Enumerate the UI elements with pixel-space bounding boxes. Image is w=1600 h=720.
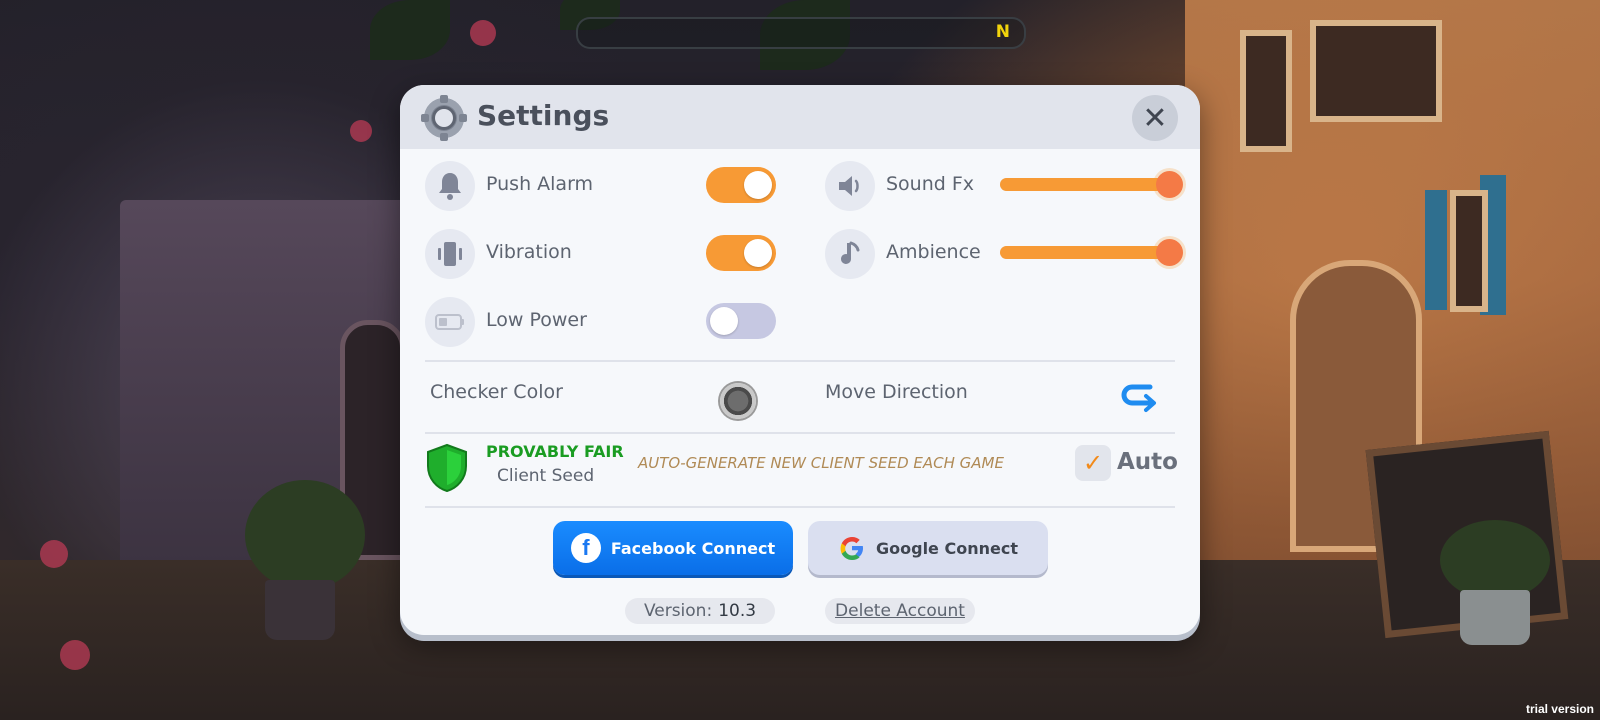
sound-fx-label: Sound Fx [886,173,975,195]
vibration-label: Vibration [486,241,572,263]
background-flower [470,20,496,46]
top-bar-letter: N [995,22,1010,42]
auto-generate-seed-text: AUTO-GENERATE NEW CLIENT SEED EACH GAME [638,454,1004,472]
push-alarm-label: Push Alarm [486,173,594,195]
background-balcony [1310,20,1442,122]
divider [425,432,1175,434]
background-flower [60,640,90,670]
phone-vibrate-icon [425,229,475,279]
top-progress-bar: N [576,17,1026,49]
dialog-header: Settings ✕ [400,85,1200,149]
auto-checkbox[interactable]: ✓ [1075,445,1111,481]
low-power-label: Low Power [486,309,587,331]
background-bush [1440,520,1550,600]
low-power-toggle[interactable] [706,303,776,339]
client-seed-label: Client Seed [497,466,595,486]
facebook-icon: f [570,533,601,563]
divider [425,506,1175,508]
music-note-icon [825,229,875,279]
background-flower [350,120,372,142]
facebook-connect-label: Facebook Connect [610,538,776,558]
checker-color-label: Checker Color [430,381,563,403]
settings-dialog: Settings ✕ Push Alarm Vibration Low Powe… [400,85,1200,635]
close-icon: ✕ [1142,100,1168,136]
speaker-icon [825,161,875,211]
provably-fair-title: PROVABLY FAIR [486,442,624,461]
push-alarm-toggle[interactable] [706,167,776,203]
checker-color-button[interactable] [720,383,756,419]
ambience-slider-thumb[interactable] [1156,239,1183,266]
ambience-slider-fill [1000,246,1176,259]
checkmark-icon: ✓ [1082,449,1104,477]
battery-icon [425,297,475,347]
auto-label: Auto [1117,449,1178,475]
trial-version-watermark: trial version [1525,702,1594,716]
background-window [1240,30,1292,152]
dialog-title: Settings [477,99,610,132]
version-label: Version: [643,601,713,621]
google-connect-label: Google Connect [876,538,1018,558]
shield-icon [424,443,470,493]
bell-icon [425,161,475,211]
google-icon [840,537,863,560]
background-pot [1460,590,1530,645]
version-number: 10.3 [718,601,757,621]
delete-account-link[interactable]: Delete Account [825,598,975,624]
background-bush [245,480,365,590]
divider [425,360,1175,362]
ambience-label: Ambience [886,241,981,263]
version-badge: Version: 10.3 [625,598,775,624]
close-button[interactable]: ✕ [1132,95,1178,141]
background-pot [265,580,335,640]
ambience-slider[interactable] [1000,239,1183,266]
move-direction-arrow-icon[interactable] [1120,381,1160,417]
background-window [1450,190,1488,312]
sound-fx-slider[interactable] [1000,171,1183,198]
background-leaf [370,0,450,60]
google-connect-button[interactable]: Google Connect [808,521,1048,575]
background-shutter [1425,190,1447,310]
sound-fx-slider-fill [1000,178,1176,191]
gear-icon [421,95,467,141]
vibration-toggle[interactable] [706,235,776,271]
sound-fx-slider-thumb[interactable] [1156,171,1183,198]
facebook-connect-button[interactable]: f Facebook Connect [553,521,793,575]
move-direction-label: Move Direction [825,381,968,403]
background-flower [40,540,68,568]
